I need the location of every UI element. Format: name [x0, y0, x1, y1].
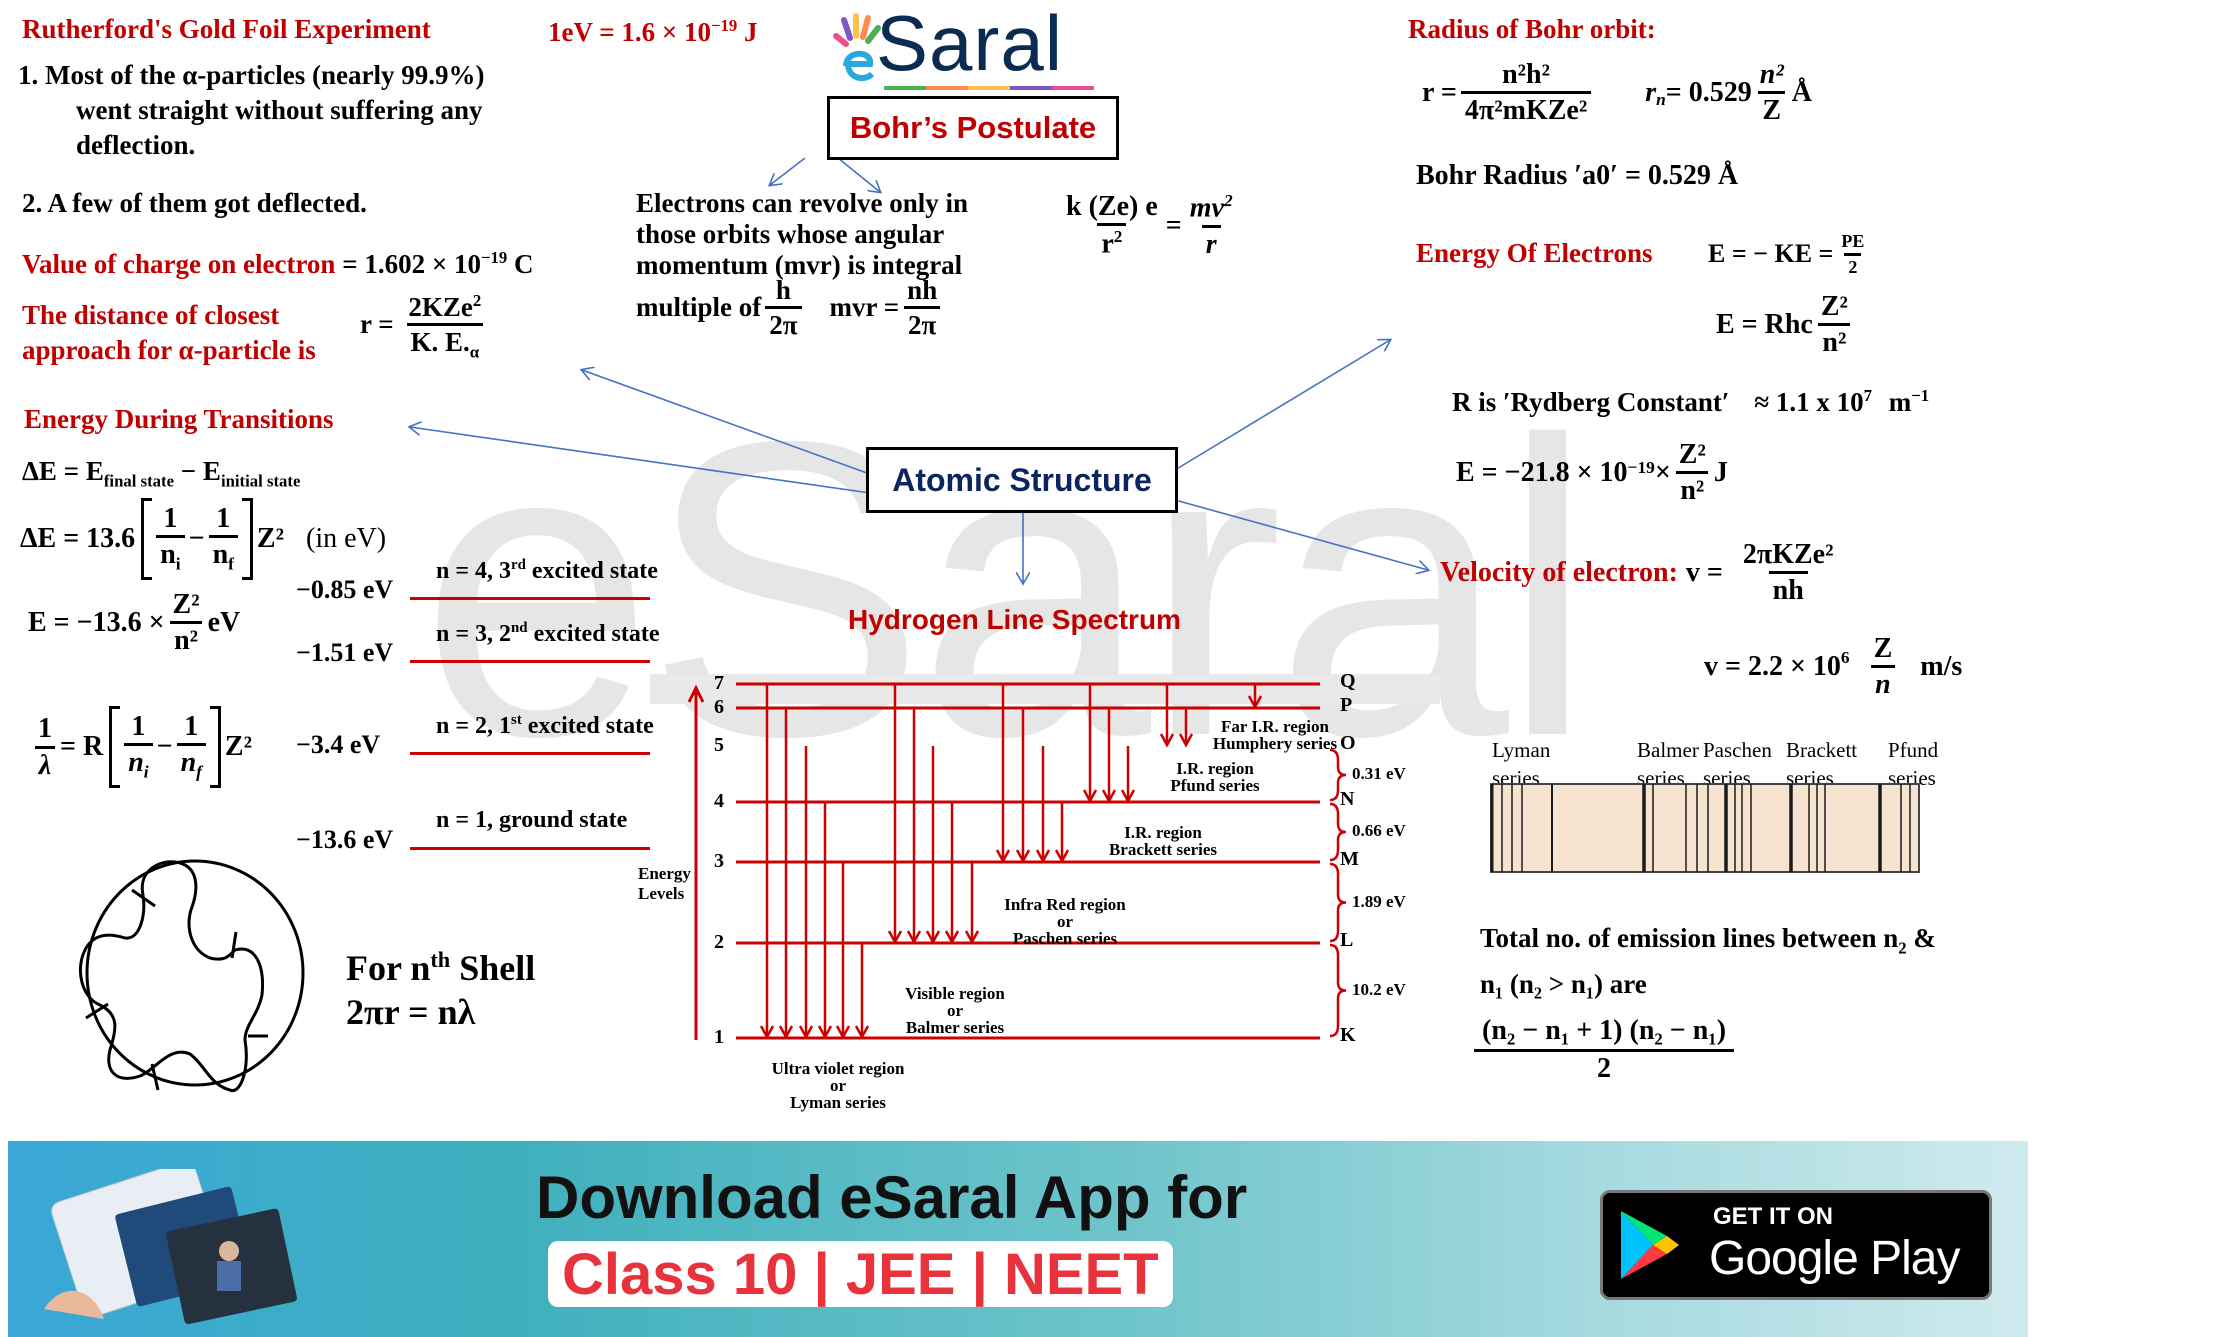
series-label-brackett: I.R. region Brackett series [1108, 823, 1218, 859]
shell-letter: P [1340, 694, 1353, 716]
spectrum-bar-background [1490, 783, 1920, 873]
series-label-balmer: Visible region or Balmer series [905, 984, 1005, 1037]
hydrogen-spectrum-diagram [687, 682, 1347, 1040]
shell-letter: Q [1340, 670, 1356, 692]
emission-lines-text: Total no. of emission lines between n2 &… [1480, 920, 1936, 1002]
energy-gap-brace [1329, 943, 1347, 1038]
energy-gap-label: 1.89 eV [1352, 891, 1406, 911]
level-number: 7 [714, 672, 724, 694]
shell-letter: L [1340, 929, 1354, 951]
level-number: 2 [714, 931, 724, 953]
energy-axis-label-2: Levels [638, 884, 685, 903]
emission-formula-den: 2 [1474, 1049, 1735, 1084]
emission-spectrum-bar [1490, 783, 1920, 873]
emission-lines-formula: (n₂ − n₁ + 1) (n₂ − n₁) 2 [1474, 1015, 1735, 1084]
emission-text-b: & [1906, 923, 1936, 953]
series-label-pfund: I.R. region Pfund series [1170, 759, 1260, 795]
emission-formula-num: (n₂ − n₁ + 1) (n₂ − n₁) [1482, 1015, 1727, 1046]
emission-text-sub: 2 [1898, 938, 1907, 958]
series-label-humphery: Far I.R. region Humphery series [1212, 717, 1338, 753]
emission-text-line2: n₁ (n₂ > n₁) are [1480, 969, 1647, 1000]
shell-letter: K [1340, 1024, 1356, 1046]
shell-letter: M [1340, 848, 1359, 870]
energy-axis-label: Energy [638, 864, 691, 883]
shell-letter: N [1340, 788, 1355, 810]
series-label-paschen: Infra Red region or Paschen series [1004, 895, 1126, 948]
level-number: 1 [714, 1026, 724, 1048]
energy-gap-label: 0.31 eV [1352, 764, 1406, 783]
mindmap-canvas: Rutherford's Gold Foil Experiment 1eV = … [0, 0, 2238, 1326]
level-number: 3 [714, 850, 724, 872]
energy-gap-label: 0.66 eV [1352, 821, 1406, 840]
series-label-lyman: Ultra violet region or Lyman series [771, 1059, 905, 1112]
shell-letter: O [1340, 732, 1356, 754]
level-number: 4 [714, 790, 724, 812]
level-number: 6 [714, 696, 724, 718]
emission-text-a: Total no. of emission lines between n [1480, 923, 1899, 953]
energy-gap-label: 10.2 eV [1352, 979, 1406, 999]
level-number: 5 [714, 734, 724, 756]
